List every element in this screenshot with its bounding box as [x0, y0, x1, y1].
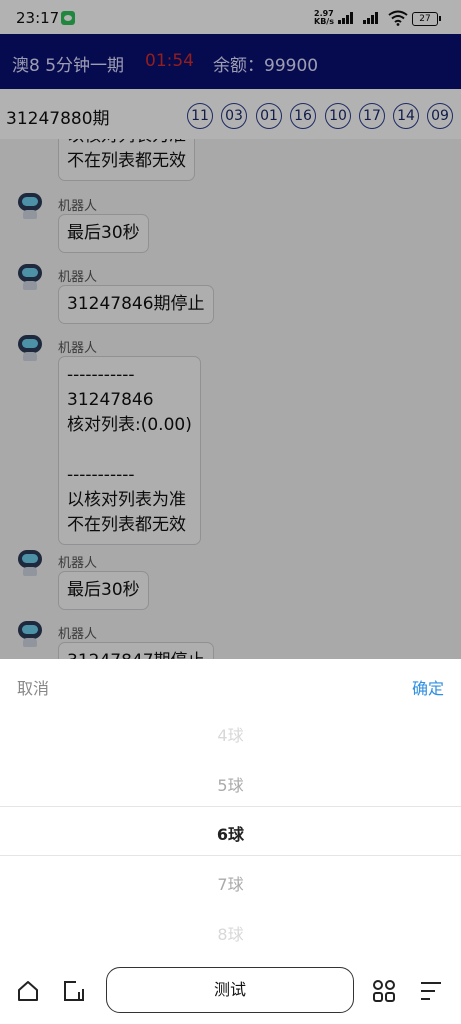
picker-option[interactable]: 4球	[0, 722, 461, 746]
picker-option-selected[interactable]: 6球	[0, 821, 461, 845]
cancel-button[interactable]: 取消	[17, 675, 49, 699]
confirm-button[interactable]: 确定	[412, 675, 444, 699]
picker-option[interactable]: 8球	[0, 921, 461, 945]
grid-icon[interactable]	[372, 979, 396, 1003]
selection-divider	[0, 806, 461, 807]
bottom-navigation: 测试	[0, 964, 461, 1024]
picker-option[interactable]: 5球	[0, 772, 461, 796]
test-button[interactable]: 测试	[106, 967, 354, 1013]
picker-option[interactable]: 7球	[0, 871, 461, 895]
modal-overlay[interactable]	[0, 0, 461, 659]
home-icon[interactable]	[16, 979, 40, 1003]
ball-count-picker: 取消 确定 4球 5球 6球 7球 8球	[0, 659, 461, 964]
selection-divider	[0, 855, 461, 856]
tabs-icon[interactable]	[62, 979, 86, 1003]
menu-icon[interactable]	[420, 980, 442, 1002]
